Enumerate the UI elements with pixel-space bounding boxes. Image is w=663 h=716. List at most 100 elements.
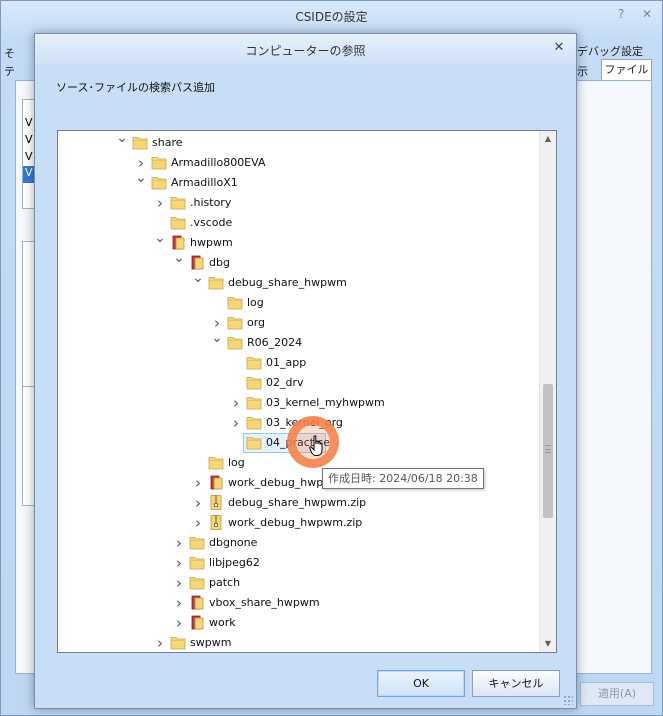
tree-row[interactable]: › .history (58, 193, 538, 213)
ok-button[interactable]: OK (377, 670, 465, 697)
scroll-up-icon[interactable]: ▲ (540, 131, 556, 147)
folder-icon (189, 535, 205, 550)
chevron-down-icon[interactable]: ⌄ (115, 131, 129, 146)
chevron-down-icon[interactable]: ⌄ (191, 270, 205, 286)
chevron-right-icon[interactable]: › (153, 195, 167, 211)
tab-display[interactable]: 示 (577, 63, 588, 79)
tree-item-label: 02_drv (266, 376, 304, 389)
tree-row[interactable]: ⌄ hwpwm (58, 230, 538, 253)
cancel-button[interactable]: キャンセル (472, 670, 560, 697)
dialog-title: コンピューターの参照 (245, 44, 366, 58)
folder-icon (132, 135, 148, 150)
folder-icon (227, 295, 243, 310)
scroll-down-icon[interactable]: ▼ (540, 636, 556, 652)
tree-row[interactable]: › patch (58, 573, 538, 593)
tree-row[interactable]: › swpwm (58, 633, 538, 652)
dialog-titlebar[interactable]: コンピューターの参照 ✕ (35, 34, 576, 65)
restricted-folder-icon (208, 475, 224, 490)
folder-icon (170, 215, 186, 230)
list-item[interactable]: V (25, 116, 33, 129)
tree-row[interactable]: ⌄ dbg (58, 250, 538, 273)
tree-row[interactable]: ⌄ share (58, 131, 538, 153)
folder-icon (227, 315, 243, 330)
settings-tab-fragment[interactable]: そ (4, 45, 15, 61)
folder-icon (189, 575, 205, 590)
chevron-right-icon[interactable]: › (134, 155, 148, 171)
tree-row[interactable]: › work_debug_hwpwm.zip (58, 513, 538, 533)
scrollbar-thumb[interactable] (543, 384, 553, 518)
tree-row[interactable]: › org (58, 313, 538, 333)
browse-folder-dialog: コンピューターの参照 ✕ ソース･ファイルの検索パス追加 ⌄ share › Arma… (34, 33, 577, 709)
tree-item-label: dbgnone (209, 536, 258, 549)
tree-row[interactable]: › vbox_share_hwpwm (58, 593, 538, 613)
folder-icon (170, 195, 186, 210)
tree-row[interactable]: ⌄ R06_2024 (58, 330, 538, 353)
tree-item-label: dbg (209, 256, 230, 269)
chevron-right-icon[interactable]: › (191, 475, 205, 491)
tree-item-label: work (209, 616, 236, 629)
help-icon[interactable]: ? (618, 7, 624, 21)
folder-icon (227, 335, 243, 350)
tree-row[interactable]: 02_drv (58, 373, 538, 393)
tab-debug-settings[interactable]: デバッグ設定 (577, 43, 643, 59)
folder-icon (246, 395, 262, 410)
tree-item-label: Armadillo800EVA (171, 156, 266, 169)
chevron-down-icon[interactable]: ⌄ (210, 330, 224, 346)
tree-row[interactable]: log (58, 293, 538, 313)
chevron-down-icon[interactable]: ⌄ (134, 170, 148, 186)
list-item[interactable]: V (25, 133, 33, 146)
chevron-down-icon[interactable]: ⌄ (153, 230, 167, 246)
chevron-right-icon[interactable]: › (172, 575, 186, 591)
folder-tree[interactable]: ⌄ share › Armadillo800EVA ⌄ ArmadilloX1 › .hist… (57, 130, 557, 653)
tree-row[interactable]: › 03_kernel_myhwpwm (58, 393, 538, 413)
settings-tab-fragment[interactable]: テ (4, 63, 15, 79)
close-icon[interactable]: ✕ (551, 40, 567, 56)
apply-button[interactable]: 適用(A) (580, 682, 654, 706)
chevron-right-icon[interactable]: › (172, 595, 186, 611)
restricted-folder-icon (189, 615, 205, 630)
folder-icon (246, 415, 262, 430)
tree-item-label: 03_kernel_myhwpwm (266, 396, 385, 409)
tree-item-label: hwpwm (190, 236, 233, 249)
chevron-right-icon[interactable]: › (172, 535, 186, 551)
tree-item-label: swpwm (190, 636, 232, 649)
chevron-right-icon[interactable]: › (191, 515, 205, 531)
chevron-right-icon[interactable]: › (153, 635, 167, 651)
tree-row[interactable]: › debug_share_hwpwm.zip (58, 493, 538, 513)
chevron-right-icon[interactable]: › (229, 415, 243, 431)
vertical-scrollbar[interactable]: ▲ ▼ (539, 131, 556, 652)
dialog-description: ソース･ファイルの検索パス追加 (56, 81, 215, 94)
tree-row[interactable]: › Armadillo800EVA (58, 153, 538, 173)
tree-item-label: log (228, 456, 245, 469)
tree-row[interactable]: 01_app (58, 353, 538, 373)
tree-row[interactable]: › work (58, 613, 538, 633)
tab-file[interactable]: ファイル (601, 59, 652, 81)
chevron-right-icon[interactable]: › (229, 395, 243, 411)
chevron-right-icon[interactable]: › (172, 615, 186, 631)
tree-row[interactable]: .vscode (58, 213, 538, 233)
tree-row[interactable]: › libjpeg62 (58, 553, 538, 573)
tree-row[interactable]: ⌄ debug_share_hwpwm (58, 270, 538, 293)
chevron-right-icon[interactable]: › (191, 495, 205, 511)
chevron-down-icon[interactable]: ⌄ (172, 250, 186, 266)
settings-close-icon[interactable]: ✕ (642, 7, 652, 21)
chevron-right-icon[interactable]: › (172, 555, 186, 571)
list-item[interactable]: V (25, 150, 33, 163)
tree-row[interactable]: ⌄ ArmadilloX1 (58, 170, 538, 193)
tree-item-label: log (247, 296, 264, 309)
folder-icon (170, 635, 186, 650)
restricted-folder-icon (170, 235, 186, 250)
tree-item-label: vbox_share_hwpwm (209, 596, 320, 609)
tree-item-label: ArmadilloX1 (171, 176, 238, 189)
folder-icon (189, 555, 205, 570)
tree-item-label: debug_share_hwpwm (228, 276, 347, 289)
folder-icon (151, 155, 167, 170)
tree-item-label: .history (190, 196, 232, 209)
chevron-right-icon[interactable]: › (210, 315, 224, 331)
folder-icon (246, 435, 262, 450)
tree-item-label: patch (209, 576, 241, 589)
settings-window-title: CSIDEの設定 (295, 10, 368, 24)
tree-row[interactable]: › dbgnone (58, 533, 538, 553)
resize-grip-icon[interactable] (563, 695, 573, 705)
folder-icon (246, 375, 262, 390)
